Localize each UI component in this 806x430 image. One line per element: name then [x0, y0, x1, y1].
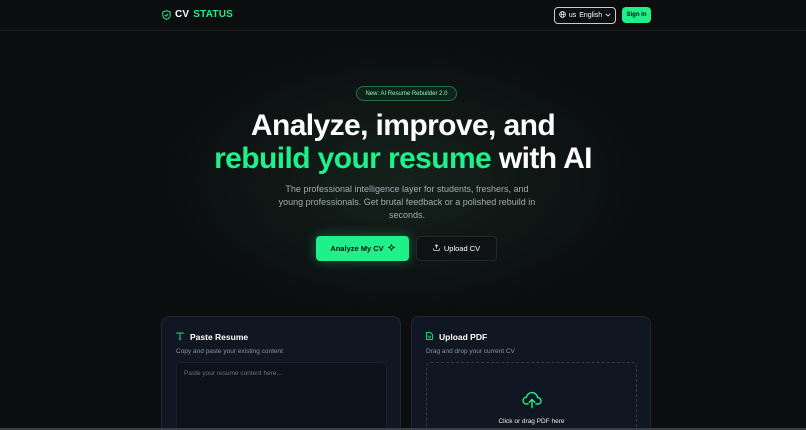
upload-cv-button[interactable]: Upload CV [416, 236, 497, 261]
upload-cv-label: Upload CV [443, 244, 481, 253]
analyze-cv-button[interactable]: Analyze My CV [316, 236, 409, 261]
pdf-dropzone[interactable]: Click or drag PDF here [426, 362, 637, 430]
hero-glow [153, 40, 653, 320]
paste-resume-title-text: Paste Resume [190, 332, 249, 342]
sparkle-icon [386, 243, 396, 253]
language-label: English [579, 12, 603, 19]
top-nav: CV STATUS us English Sign in [0, 0, 806, 31]
hero-title-line2: rebuild your resume with AI [0, 142, 806, 176]
hero-title-accent: rebuild your resume [214, 142, 492, 175]
hero-subtitle: The professional intelligence layer for … [278, 184, 536, 220]
brand-status: STATUS [193, 9, 234, 20]
announcement-badge[interactable]: New: AI Resume Rebuilder 2.0 [356, 86, 457, 101]
upload-icon [433, 244, 440, 253]
hero-title-rest: with AI [491, 142, 593, 175]
chevron-down-icon [605, 12, 611, 19]
globe-icon [559, 11, 566, 20]
analyze-cv-label: Analyze My CV [330, 244, 384, 253]
brand-logo[interactable]: CV STATUS [162, 9, 233, 20]
paste-resume-subtitle: Copy and paste your existing content [176, 348, 283, 355]
hero-title-line1: Analyze, improve, and [250, 109, 556, 142]
text-icon [176, 332, 184, 342]
file-icon [426, 332, 433, 342]
upload-pdf-title: Upload PDF [426, 332, 487, 342]
upload-pdf-title-text: Upload PDF [439, 332, 488, 342]
resume-text-input[interactable]: Paste your resume content here... [176, 362, 387, 430]
sign-in-button[interactable]: Sign in [622, 7, 651, 23]
paste-resume-card: Paste Resume Copy and paste your existin… [161, 316, 401, 430]
upload-pdf-subtitle: Drag and drop your current CV [426, 348, 515, 355]
upload-pdf-card: Upload PDF Drag and drop your current CV… [411, 316, 651, 430]
language-selector[interactable]: us English [554, 7, 616, 24]
language-flag: us [568, 12, 577, 19]
brand-cv: CV [175, 9, 190, 20]
shield-check-icon [162, 9, 171, 20]
cloud-upload-icon [522, 391, 542, 414]
dropzone-label: Click or drag PDF here [498, 418, 565, 425]
paste-resume-title: Paste Resume [176, 332, 248, 342]
